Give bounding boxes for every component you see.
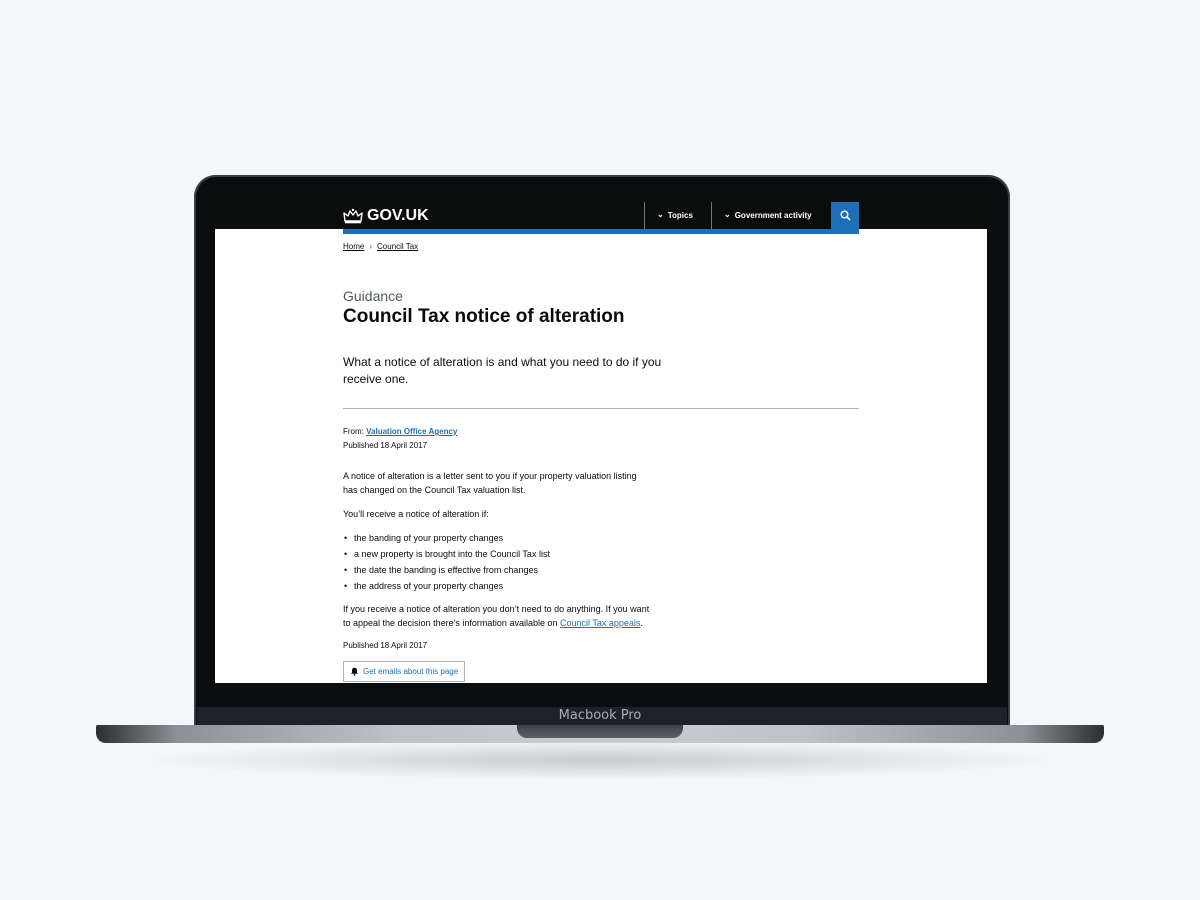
chevron-right-icon: ›: [369, 242, 373, 251]
lead-line-2: receive one.: [343, 372, 409, 386]
from-label: From:: [343, 427, 364, 436]
section-divider: [343, 408, 859, 409]
logo-text: GOV.UK: [367, 207, 429, 224]
header-blue-bar: [343, 229, 859, 234]
page-caption: Guidance: [343, 288, 403, 304]
list-item: the banding of your property changes: [343, 530, 550, 546]
device-label: Macbook Pro: [558, 708, 642, 723]
conditions-list: the banding of your property changes a n…: [343, 530, 550, 594]
paragraph-intro: A notice of alteration is a letter sent …: [343, 469, 688, 497]
govuk-header: [215, 202, 987, 229]
paragraph-appeal-suffix: .: [640, 618, 643, 628]
lead-line-1: What a notice of alteration is and what …: [343, 355, 662, 369]
search-icon: [840, 210, 851, 221]
nav-government-activity[interactable]: ⌄ Government activity: [711, 202, 831, 229]
published-date: Published 18 April 2017: [343, 441, 428, 450]
nav-topics[interactable]: ⌄ Topics: [644, 202, 711, 229]
breadcrumb: Home › Council Tax: [343, 242, 418, 251]
paragraph-conditions: You’ll receive a notice of alteration if…: [343, 509, 489, 519]
nav-government-activity-label: Government activity: [734, 211, 812, 220]
nav-topics-label: Topics: [667, 211, 693, 220]
search-button[interactable]: [831, 202, 859, 229]
breadcrumb-council-tax[interactable]: Council Tax: [377, 242, 418, 251]
govuk-logo[interactable]: GOV.UK: [343, 206, 429, 226]
chevron-down-icon: ⌄: [724, 210, 731, 219]
crown-icon: [343, 208, 363, 224]
from-org-link[interactable]: Valuation Office Agency: [366, 427, 457, 436]
council-tax-appeals-link[interactable]: Council Tax appeals: [560, 618, 640, 628]
laptop-notch: [517, 725, 683, 738]
page-lead: What a notice of alteration is and what …: [343, 354, 683, 388]
browser-screen: GOV.UK ⌄ Topics ⌄ Government activity Ho…: [215, 202, 987, 683]
paragraph-appeal-line-2: to appeal the decision there’s informati…: [343, 616, 688, 630]
paragraph-intro-line-1: A notice of alteration is a letter sent …: [343, 471, 637, 481]
published-footer: Published 18 April 2017: [343, 641, 428, 650]
paragraph-appeal-prefix: to appeal the decision there’s informati…: [343, 618, 558, 628]
list-item: the address of your property changes: [343, 578, 550, 594]
list-item: a new property is brought into the Counc…: [343, 546, 550, 562]
list-item: the date the banding is effective from c…: [343, 562, 550, 578]
breadcrumb-home[interactable]: Home: [343, 242, 364, 251]
paragraph-appeal: If you receive a notice of alteration yo…: [343, 602, 688, 630]
chevron-down-icon: ⌄: [657, 210, 664, 219]
bell-icon: [351, 667, 358, 676]
page-title: Council Tax notice of alteration: [343, 306, 625, 327]
paragraph-appeal-line-1: If you receive a notice of alteration yo…: [343, 604, 650, 614]
get-emails-label: Get emails about this page: [363, 667, 459, 676]
laptop-shadow: [140, 740, 1060, 780]
get-emails-button[interactable]: Get emails about this page: [343, 661, 466, 682]
paragraph-intro-line-2: has changed on the Council Tax valuation…: [343, 485, 526, 495]
from-line: From: Valuation Office Agency: [343, 427, 457, 436]
